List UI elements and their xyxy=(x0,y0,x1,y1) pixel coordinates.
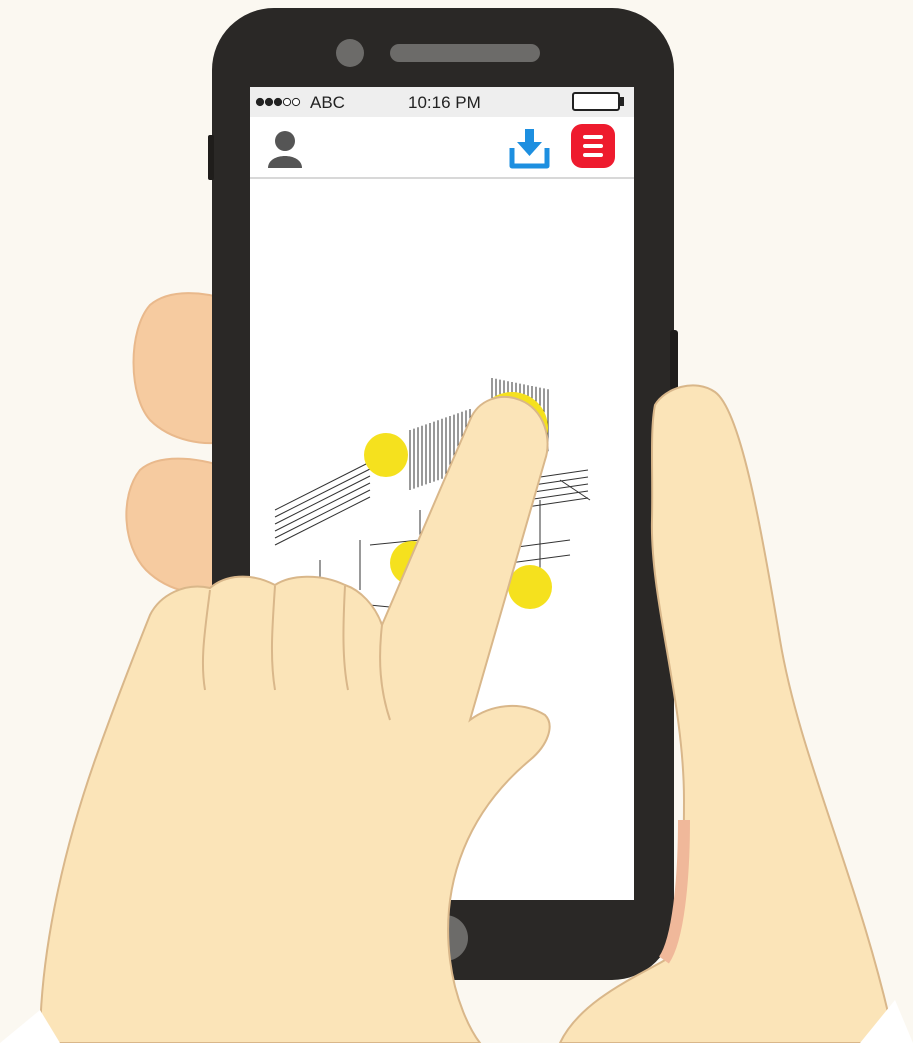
signal-dot-filled xyxy=(255,97,265,107)
signal-dot-empty xyxy=(291,97,301,107)
speaker-grill xyxy=(390,44,540,62)
status-time: 10:16 PM xyxy=(408,93,481,112)
battery-icon xyxy=(572,92,624,111)
phone-illustration: ABC 10:16 PM xyxy=(0,0,913,1043)
signal-strength-indicator xyxy=(255,97,301,107)
status-bar: ABC 10:16 PM xyxy=(250,87,634,117)
hamburger-menu-icon[interactable] xyxy=(571,124,615,168)
signal-dot-filled xyxy=(273,97,283,107)
signal-dot-empty xyxy=(282,97,292,107)
marker-1[interactable] xyxy=(364,433,408,477)
marker-4[interactable] xyxy=(508,565,552,609)
front-camera xyxy=(336,39,364,67)
signal-dot-filled xyxy=(264,97,274,107)
carrier-label: ABC xyxy=(310,93,345,112)
